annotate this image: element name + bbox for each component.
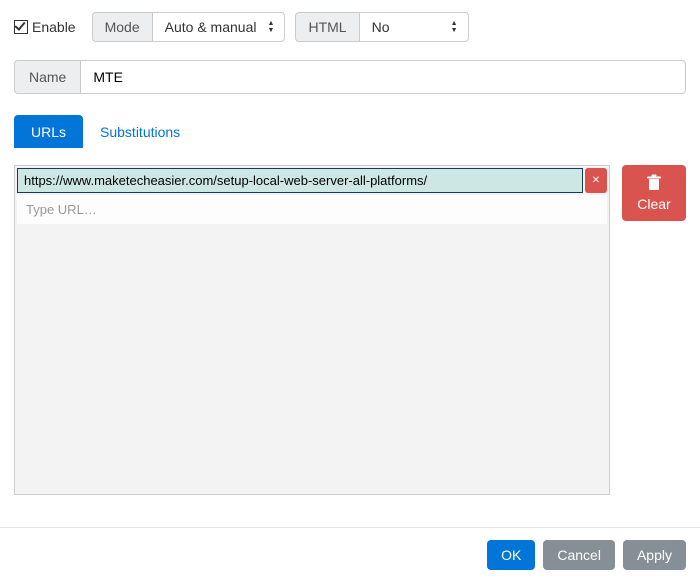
ok-button[interactable]: OK [487,540,535,570]
url-input[interactable] [17,168,583,193]
html-select[interactable]: No [359,12,469,42]
name-input[interactable] [80,60,686,94]
clear-label: Clear [637,196,670,212]
dialog-footer: OK Cancel Apply [0,527,700,582]
enable-label: Enable [32,19,76,35]
url-list-panel: ✕ Type URL… [14,165,610,495]
delete-url-button[interactable]: ✕ [585,168,607,193]
mode-select[interactable]: Auto & manual [152,12,286,42]
close-icon: ✕ [592,175,600,186]
chevron-updown-icon [451,20,458,34]
clear-button[interactable]: Clear [622,165,686,221]
enable-checkbox[interactable]: Enable [14,19,76,35]
check-icon [14,20,28,34]
mode-group: Mode Auto & manual [92,12,286,42]
html-group: HTML No [295,12,468,42]
chevron-updown-icon [268,20,275,34]
apply-button[interactable]: Apply [623,540,686,570]
url-row: ✕ [15,166,609,193]
name-label: Name [14,60,80,94]
trash-icon [646,174,662,192]
html-value: No [372,19,390,35]
url-input-empty[interactable]: Type URL… [17,195,607,224]
tab-urls[interactable]: URLs [14,115,83,148]
mode-value: Auto & manual [165,19,257,35]
html-label: HTML [295,12,358,42]
tab-substitutions[interactable]: Substitutions [83,115,197,148]
mode-label: Mode [92,12,152,42]
cancel-button[interactable]: Cancel [543,540,615,570]
